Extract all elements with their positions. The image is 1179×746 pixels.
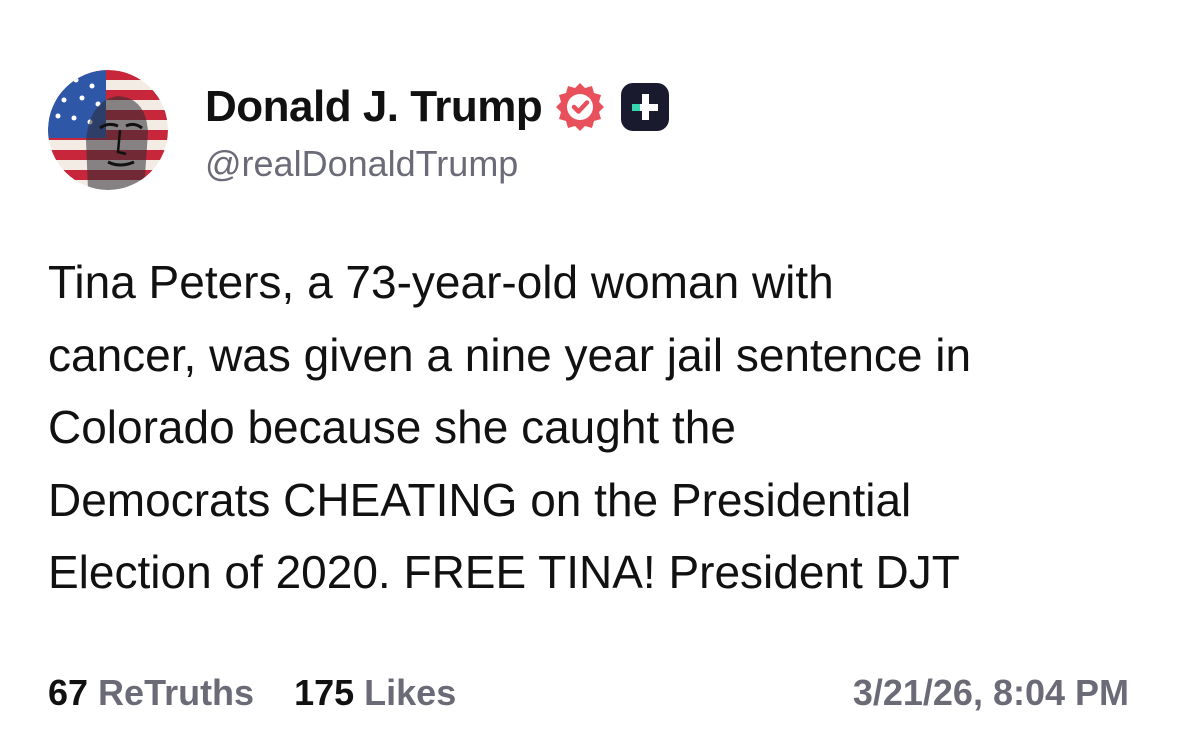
post-text-line: Tina Peters, a 73-year-old woman with: [48, 256, 834, 308]
post-text-line: cancer, was given a nine year jail sente…: [48, 328, 972, 381]
likes-stat[interactable]: 175 Likes: [294, 672, 456, 714]
avatar-image: [48, 70, 168, 190]
retruths-count: 67: [48, 672, 89, 713]
post-text-line: Colorado because she caught the: [48, 401, 736, 453]
post-text-line: Democrats CHEATING on the Presidential: [48, 473, 912, 526]
author-handle[interactable]: @realDonaldTrump: [205, 143, 518, 185]
retruths-stat[interactable]: 67 ReTruths: [48, 672, 254, 714]
avatar[interactable]: [48, 70, 168, 190]
verified-badge-icon: [556, 83, 605, 131]
post-card: Donald J. Trump @realDonaldTrump Tina Pe…: [0, 0, 1179, 746]
post-text-line: Election of 2020. FREE TINA! President D…: [48, 546, 960, 598]
plus-badge-icon: [621, 83, 670, 131]
retruths-label: ReTruths: [98, 672, 255, 713]
likes-count: 175: [294, 672, 355, 713]
author-name-row: Donald J. Trump: [205, 78, 670, 136]
post-timestamp[interactable]: 3/21/26, 8:04 PM: [853, 672, 1129, 714]
post-text: Tina Peters, a 73-year-old woman with ca…: [48, 246, 1148, 609]
likes-label: Likes: [364, 672, 457, 713]
post-stats: 67 ReTruths 175 Likes: [48, 672, 456, 714]
author-display-name[interactable]: Donald J. Trump: [205, 82, 543, 132]
